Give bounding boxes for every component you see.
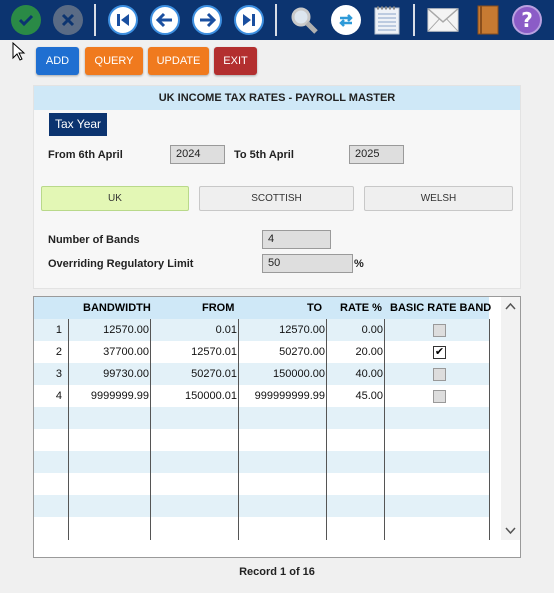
table-row [34, 451, 489, 473]
first-record-icon[interactable] [107, 4, 139, 36]
header-basic-rate-band: BASIC RATE BAND [390, 302, 492, 314]
cell-rate: 40.00 [355, 368, 383, 380]
tax-bands-grid: BANDWIDTH FROM TO RATE % BASIC RATE BAND… [33, 296, 521, 558]
cell-bandwidth: 9999999.99 [90, 390, 149, 402]
exit-button[interactable]: EXIT [214, 47, 257, 75]
header-to: TO [307, 302, 323, 314]
cell-to: 999999999.99 [254, 390, 325, 402]
column-divider [238, 319, 239, 540]
basic-rate-band-checkbox[interactable] [433, 368, 446, 381]
cell-from: 150000.01 [185, 390, 237, 402]
cell-bandwidth: 12570.00 [103, 324, 149, 336]
grid-header-row: BANDWIDTH FROM TO RATE % BASIC RATE BAND [34, 297, 492, 319]
cell-to: 50270.00 [279, 346, 325, 358]
percent-unit-label: % [354, 258, 364, 270]
tax-year-label: Tax Year [49, 113, 108, 136]
last-record-icon[interactable] [233, 4, 265, 36]
table-row [34, 429, 489, 451]
table-row[interactable]: 1 12570.00 0.01 12570.00 0.00 [34, 319, 489, 341]
tab-scottish[interactable]: SCOTTISH [199, 186, 354, 211]
from-date-label: From 6th April [48, 149, 123, 161]
table-row[interactable]: 3 99730.00 50270.01 150000.00 40.00 [34, 363, 489, 385]
cell-no: 3 [55, 368, 62, 380]
column-divider [384, 319, 385, 540]
update-button[interactable]: UPDATE [148, 47, 209, 75]
previous-record-icon[interactable] [149, 4, 181, 36]
column-divider [68, 319, 69, 540]
notepad-icon[interactable] [371, 4, 403, 36]
grid-scrollbar[interactable] [501, 297, 520, 540]
regulatory-limit-label: Overriding Regulatory Limit [48, 258, 194, 270]
from-year-field[interactable]: 2024 [170, 145, 225, 164]
mouse-cursor-icon [12, 42, 26, 61]
basic-rate-band-checkbox[interactable] [433, 390, 446, 403]
cell-no: 1 [55, 324, 62, 336]
table-row [34, 517, 489, 539]
cell-to: 150000.00 [273, 368, 325, 380]
table-row [34, 407, 489, 429]
add-button[interactable]: ADD [36, 47, 79, 75]
table-row[interactable]: 2 37700.00 12570.01 50270.00 20.00 ✔ [34, 341, 489, 363]
cell-from: 12570.01 [191, 346, 237, 358]
cell-no: 2 [55, 346, 62, 358]
tab-uk[interactable]: UK [41, 186, 189, 211]
basic-rate-band-checkbox[interactable] [433, 324, 446, 337]
table-row[interactable]: 4 9999999.99 150000.01 999999999.99 45.00 [34, 385, 489, 407]
toolbar-separator [413, 4, 415, 36]
form-title: UK INCOME TAX RATES - PAYROLL MASTER [34, 86, 520, 110]
header-bandwidth: BANDWIDTH [83, 302, 151, 314]
number-of-bands-field[interactable]: 4 [262, 230, 331, 249]
toolbar-separator [94, 4, 96, 36]
number-of-bands-label: Number of Bands [48, 234, 140, 246]
scroll-up-icon[interactable] [505, 302, 516, 310]
book-icon[interactable] [472, 4, 504, 36]
cell-bandwidth: 99730.00 [103, 368, 149, 380]
table-row [34, 473, 489, 495]
cell-from: 50270.01 [191, 368, 237, 380]
payroll-form-panel: UK INCOME TAX RATES - PAYROLL MASTER Tax… [33, 85, 521, 289]
main-toolbar: ? [0, 0, 554, 40]
cell-rate: 0.00 [361, 324, 383, 336]
header-rate: RATE % [340, 302, 382, 314]
cell-to: 12570.00 [279, 324, 325, 336]
header-from: FROM [202, 302, 235, 314]
cell-bandwidth: 37700.00 [103, 346, 149, 358]
table-row [34, 495, 489, 517]
to-date-label: To 5th April [234, 149, 294, 161]
refresh-icon[interactable] [330, 4, 362, 36]
scroll-down-icon[interactable] [505, 527, 516, 535]
cell-from: 0.01 [215, 324, 237, 336]
cancel-icon[interactable] [52, 4, 84, 36]
cell-rate: 20.00 [355, 346, 383, 358]
tab-welsh[interactable]: WELSH [364, 186, 513, 211]
column-divider [489, 319, 490, 540]
query-button[interactable]: QUERY [85, 47, 143, 75]
regulatory-limit-field[interactable]: 50 [262, 254, 353, 273]
to-year-field[interactable]: 2025 [349, 145, 404, 164]
help-icon[interactable]: ? [511, 4, 543, 36]
basic-rate-band-checkbox[interactable]: ✔ [433, 346, 446, 359]
next-record-icon[interactable] [191, 4, 223, 36]
search-icon[interactable] [288, 4, 320, 36]
toolbar-separator [275, 4, 277, 36]
cell-rate: 45.00 [355, 390, 383, 402]
email-icon[interactable] [427, 4, 459, 36]
column-divider [326, 319, 327, 540]
record-counter: Record 1 of 16 [239, 566, 315, 578]
cell-no: 4 [55, 390, 62, 402]
confirm-icon[interactable] [10, 4, 42, 36]
column-divider [150, 319, 151, 540]
